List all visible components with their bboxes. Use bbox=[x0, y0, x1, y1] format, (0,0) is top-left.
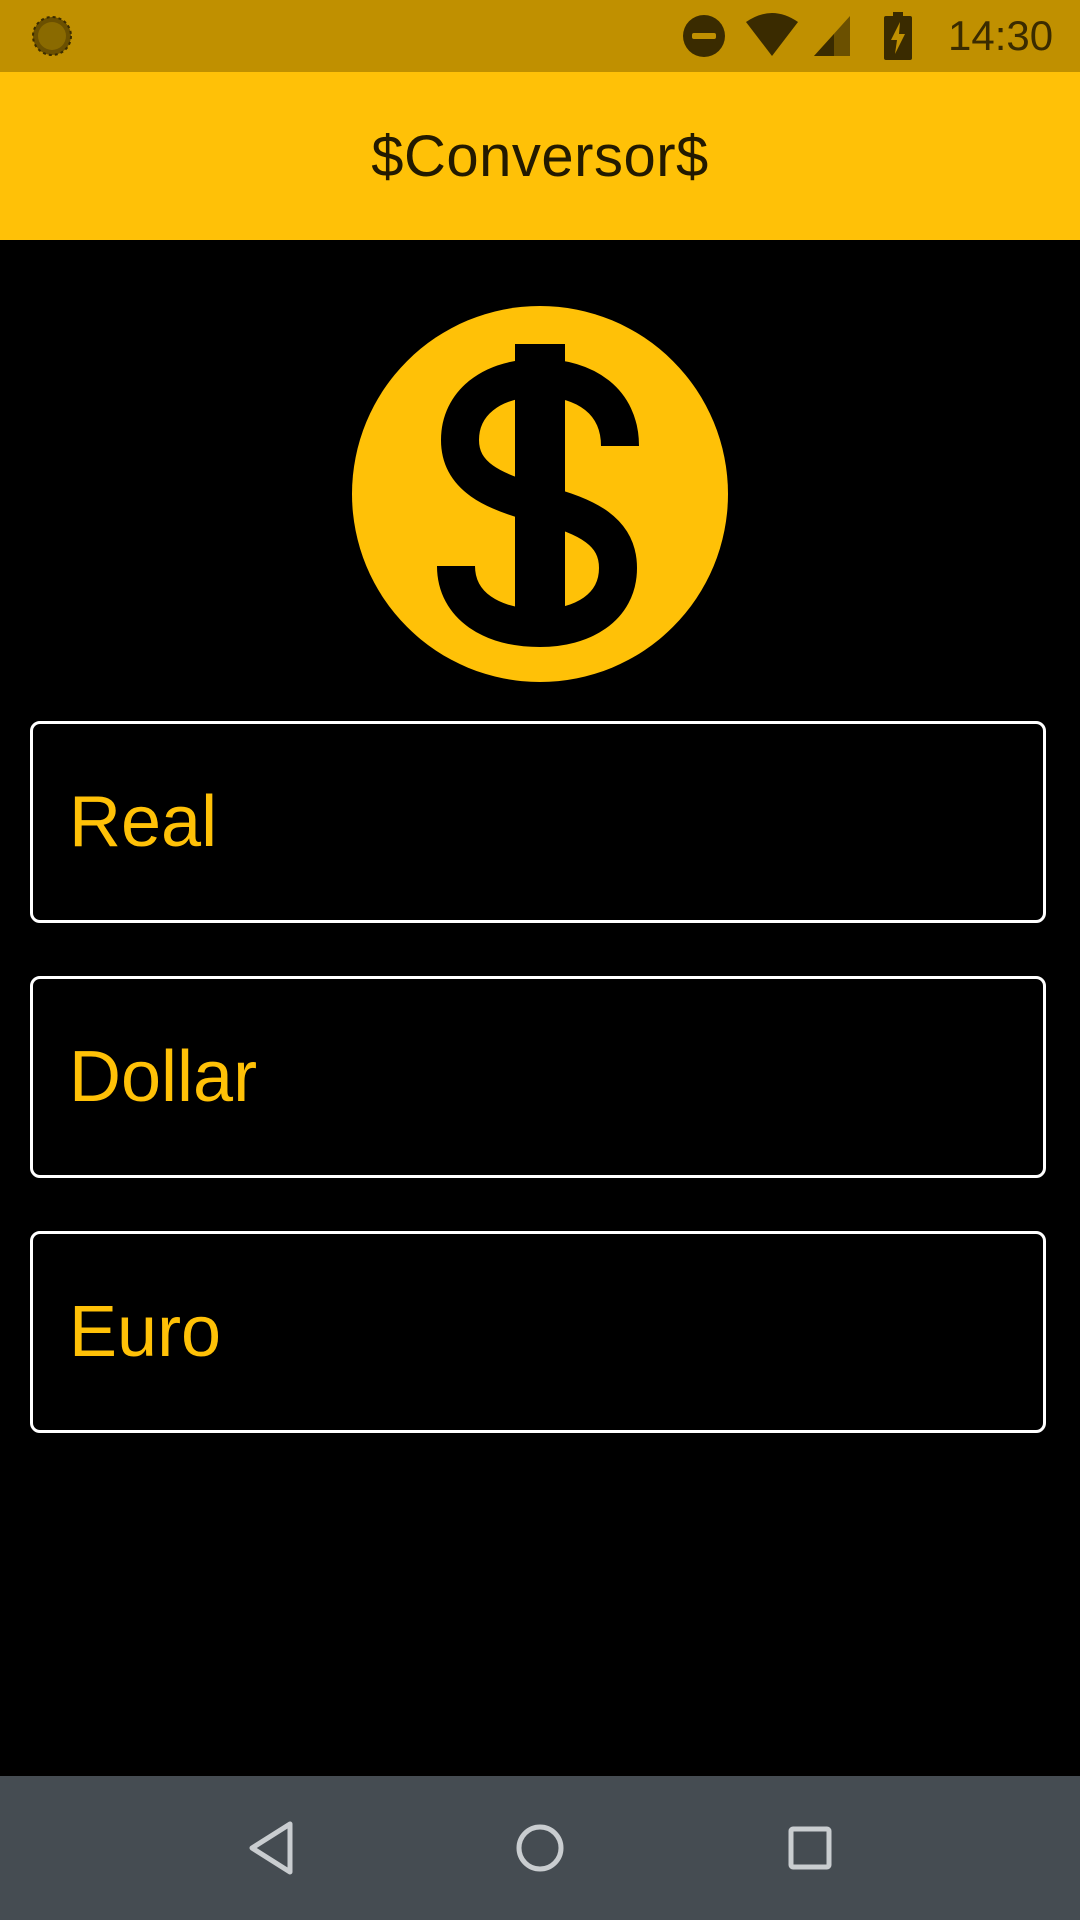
dollar-input[interactable]: Dollar bbox=[30, 976, 1046, 1178]
dollar-coin-icon bbox=[352, 306, 728, 682]
recents-button[interactable] bbox=[738, 1776, 882, 1920]
dollar-label: Dollar bbox=[69, 1037, 258, 1117]
back-button[interactable] bbox=[198, 1776, 342, 1920]
app-title: $Conversor$ bbox=[371, 123, 709, 189]
do-not-disturb-icon bbox=[683, 15, 725, 57]
signal-icon bbox=[814, 16, 850, 56]
status-bar: 14:30 bbox=[0, 0, 1080, 72]
euro-label: Euro bbox=[69, 1292, 222, 1372]
recents-icon bbox=[788, 1826, 832, 1870]
home-icon bbox=[516, 1824, 564, 1872]
back-icon bbox=[249, 1821, 293, 1875]
wifi-icon bbox=[746, 13, 798, 56]
real-label: Real bbox=[69, 782, 218, 862]
navigation-bar bbox=[0, 1776, 1080, 1920]
real-input[interactable]: Real bbox=[30, 721, 1046, 923]
status-time: 14:30 bbox=[948, 12, 1054, 59]
screen: 14:30 $Conversor$ Real Dollar Euro bbox=[0, 0, 1080, 1920]
euro-input[interactable]: Euro bbox=[30, 1231, 1046, 1433]
app-bar: $Conversor$ bbox=[0, 72, 1080, 240]
battery-charging-icon bbox=[884, 12, 912, 60]
home-button[interactable] bbox=[468, 1776, 612, 1920]
sync-icon bbox=[32, 16, 72, 56]
